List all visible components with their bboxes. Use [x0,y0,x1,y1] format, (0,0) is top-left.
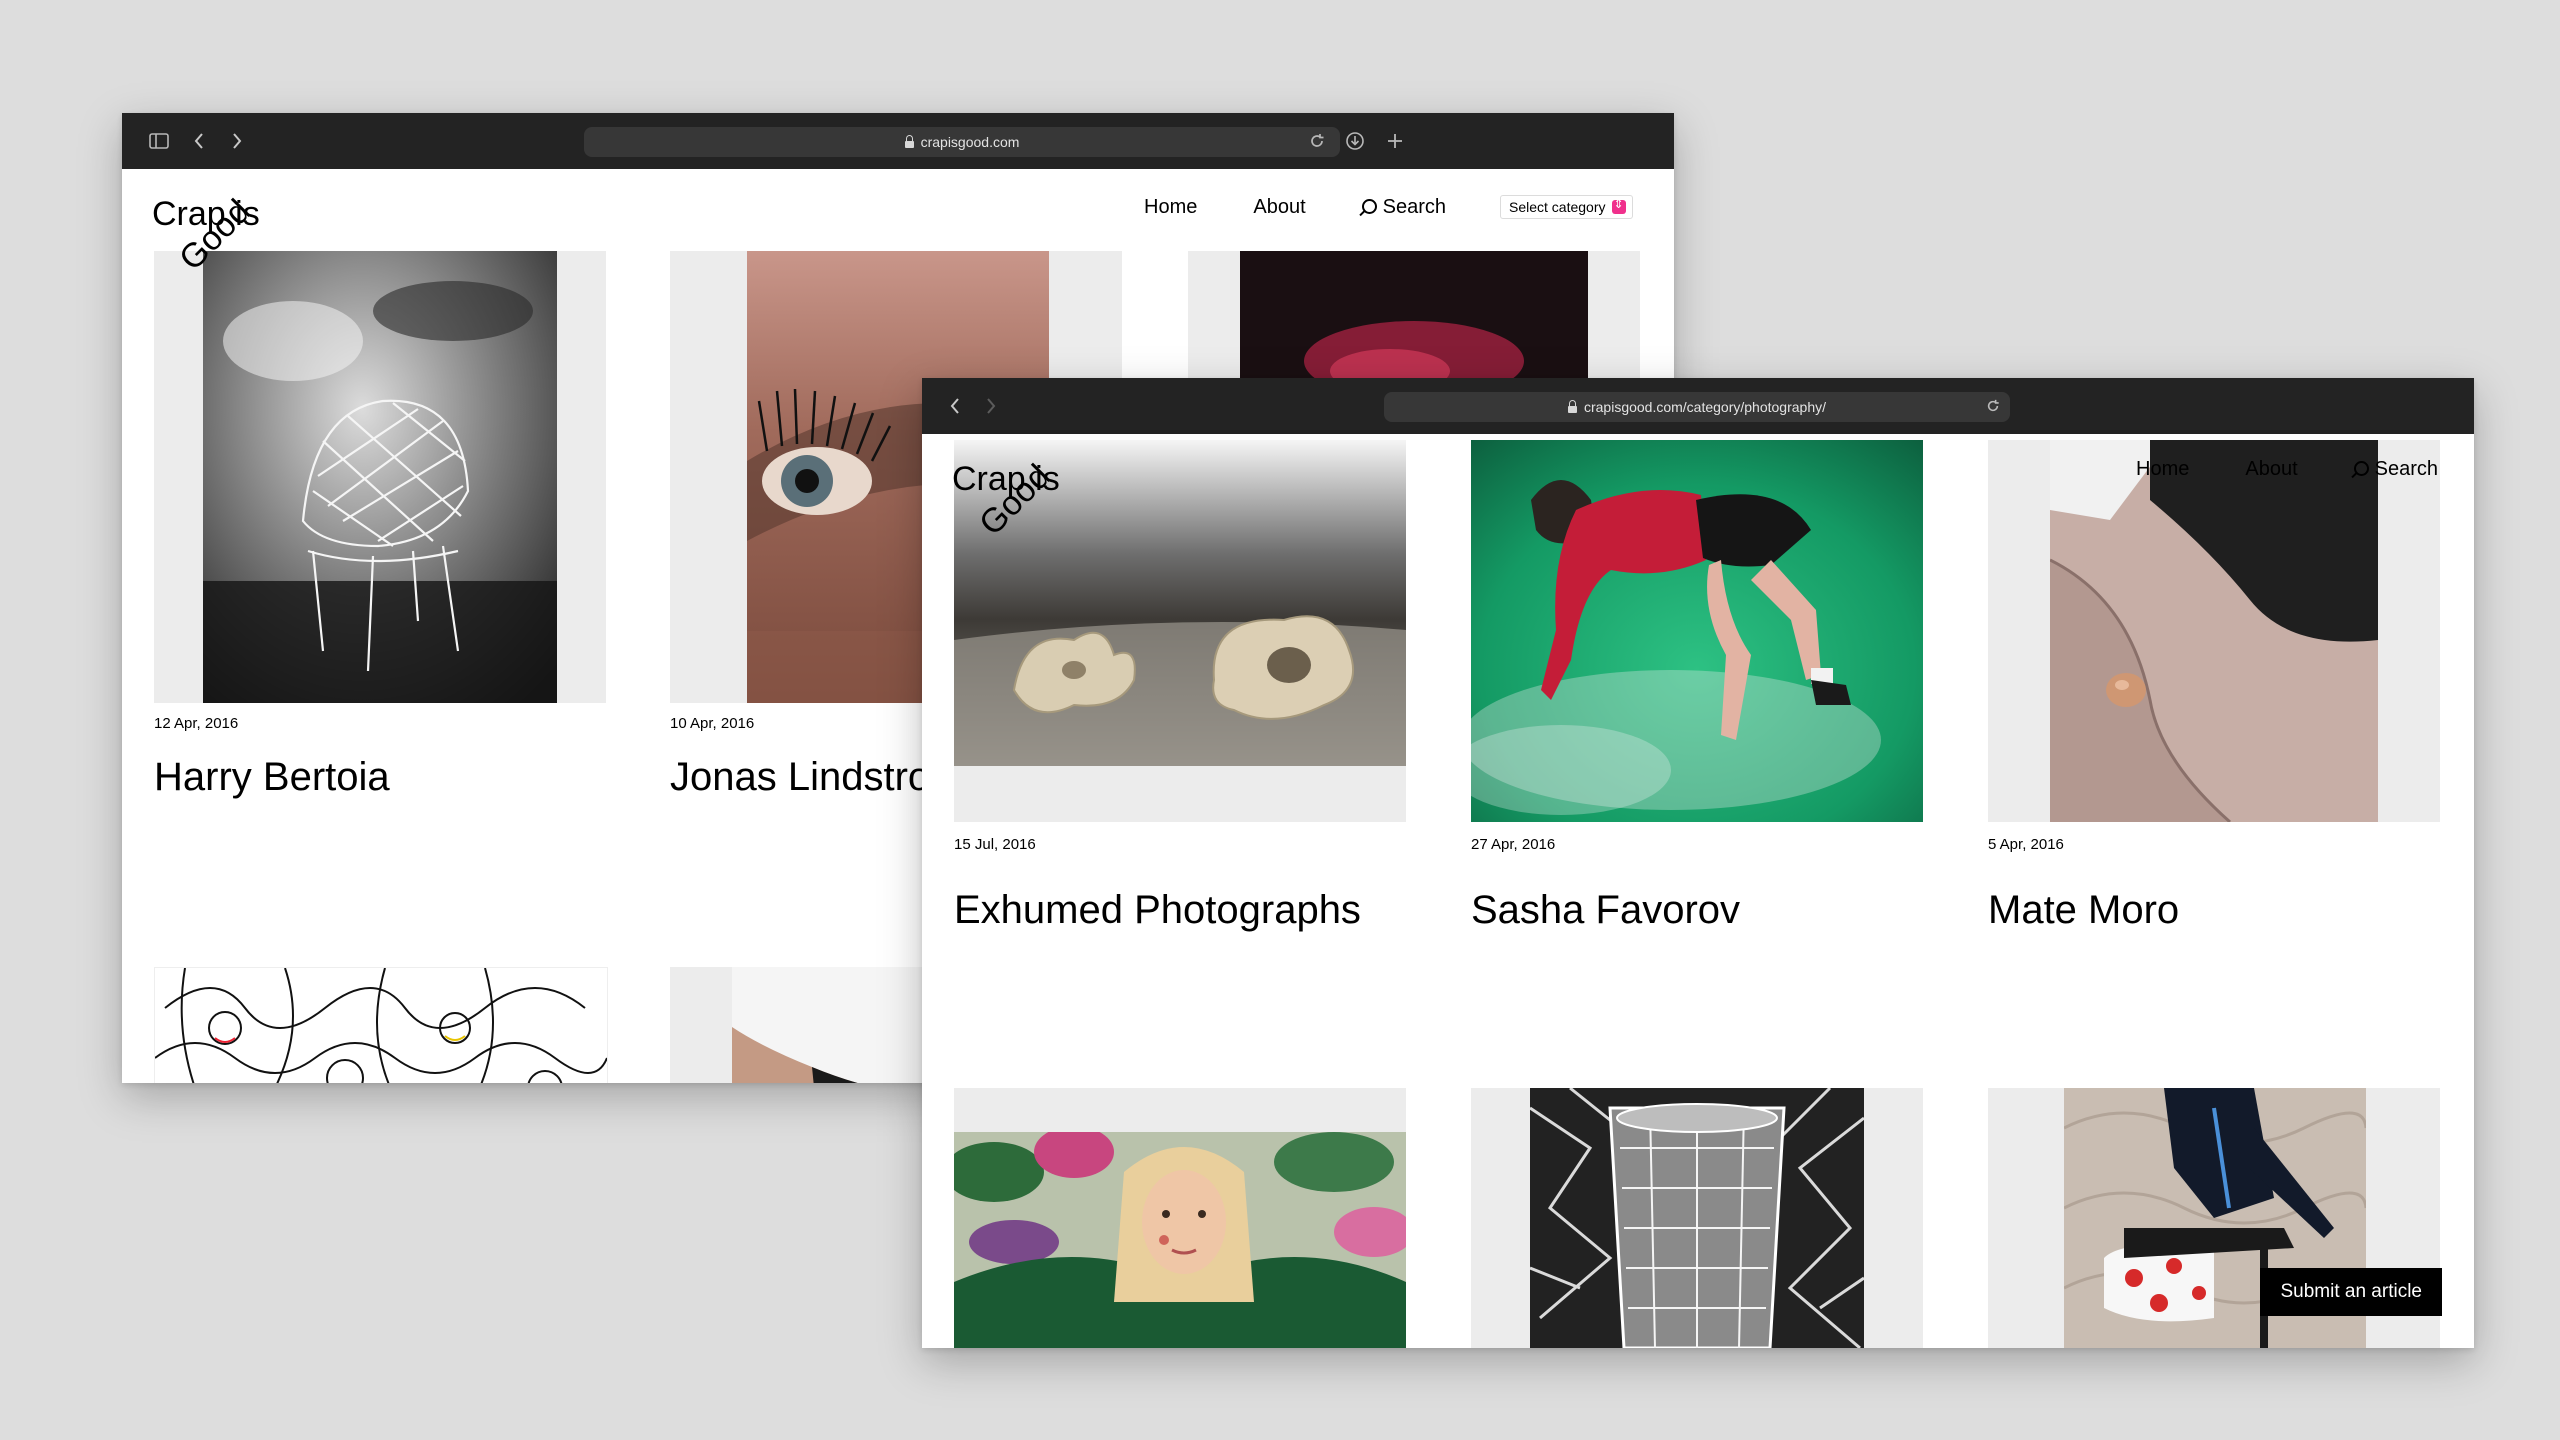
nav-home[interactable]: Home [2136,458,2189,481]
post-title[interactable]: Jonas Lindstro [670,755,930,800]
forward-icon[interactable] [976,378,1006,434]
browser-toolbar: crapisgood.com [122,113,1674,169]
nav-search-label: Search [1382,195,1446,218]
browser-toolbar: crapisgood.com/category/photography/ [922,378,2474,434]
main-nav: Home About Search [2136,458,2438,481]
back-icon[interactable] [940,378,970,434]
address-text: crapisgood.com/category/photography/ [1583,399,1827,415]
post-date: 5 Apr, 2016 [1988,836,2064,853]
download-icon[interactable] [1340,113,1370,169]
search-icon [1361,198,1377,214]
post-image-glass[interactable] [1530,1088,1864,1348]
lock-icon [1567,399,1577,413]
forward-icon[interactable] [222,113,252,169]
submit-article-button[interactable]: Submit an article [2260,1268,2442,1316]
post-image-girl-green-fur[interactable] [954,1132,1406,1348]
post-date: 27 Apr, 2016 [1471,836,1556,853]
post-image-doodle[interactable] [154,967,608,1083]
reload-icon[interactable] [1986,392,2000,422]
nav-search[interactable]: Search [1361,195,1446,219]
address-text: crapisgood.com [920,134,1020,150]
post-image-chair[interactable] [203,251,557,703]
reload-icon[interactable] [1302,113,1332,169]
post-title[interactable]: Exhumed Photographs [954,888,1361,933]
sidebar-icon[interactable] [144,113,174,169]
nav-search-label: Search [2374,458,2438,480]
nav-about[interactable]: About [1253,196,1305,219]
nav-search[interactable]: Search [2353,458,2438,481]
post-image-sofa[interactable] [2050,440,2378,822]
nav-about[interactable]: About [2245,458,2297,481]
new-tab-icon[interactable] [1380,113,1410,169]
post-date: 15 Jul, 2016 [954,836,1036,853]
address-bar[interactable]: crapisgood.com/category/photography/ [1384,392,2010,422]
category-select[interactable]: Select category [1500,195,1633,219]
address-bar[interactable]: crapisgood.com [584,127,1340,157]
post-title[interactable]: Mate Moro [1988,888,2179,933]
post-date: 12 Apr, 2016 [154,715,239,732]
back-icon[interactable] [184,113,214,169]
website: Crap is Good 15 Jul, 2016 Exhumed Photog… [922,434,2474,1348]
select-arrows-icon [1611,197,1626,214]
post-image-green[interactable] [1471,440,1923,822]
search-icon [2353,461,2369,476]
lock-icon [904,134,914,148]
main-nav: Home About Search Select category [1144,195,1633,219]
category-select-label: Select category [1509,199,1606,215]
browser-window-front[interactable]: crapisgood.com/category/photography/ Cra… [922,378,2474,1348]
nav-home[interactable]: Home [1144,196,1197,219]
post-title[interactable]: Sasha Favorov [1471,888,1740,933]
post-date: 10 Apr, 2016 [670,715,755,732]
post-title[interactable]: Harry Bertoia [154,755,390,800]
